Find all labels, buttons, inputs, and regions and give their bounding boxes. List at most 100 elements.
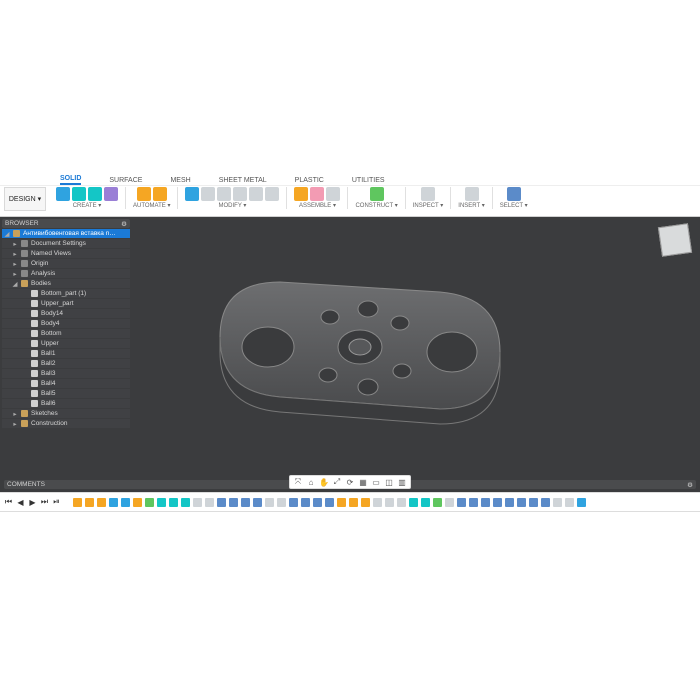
viewcube[interactable]: [658, 223, 692, 257]
browser-header[interactable]: BROWSER ⚙: [2, 219, 130, 228]
ribbon-tool-icon[interactable]: [153, 187, 167, 201]
ribbon-tool-icon[interactable]: [217, 187, 231, 201]
timeline-feature[interactable]: [217, 498, 226, 507]
tab-solid[interactable]: SOLID: [60, 175, 81, 185]
ribbon-tool-icon[interactable]: [233, 187, 247, 201]
timeline-feature[interactable]: [97, 498, 106, 507]
tree-node[interactable]: ▸Sketches: [2, 409, 130, 418]
timeline-feature[interactable]: [193, 498, 202, 507]
tree-node[interactable]: Ball3: [2, 369, 130, 378]
timeline-feature[interactable]: [277, 498, 286, 507]
timeline-feature[interactable]: [409, 498, 418, 507]
tab-plastic[interactable]: PLASTIC: [295, 177, 324, 184]
timeline-feature[interactable]: [229, 498, 238, 507]
ribbon-tool-icon[interactable]: [507, 187, 521, 201]
timeline-feature[interactable]: [541, 498, 550, 507]
timeline-feature[interactable]: [289, 498, 298, 507]
tree-node[interactable]: Bottom: [2, 329, 130, 338]
view-tool-icon[interactable]: ⟳: [345, 477, 355, 487]
tree-node[interactable]: ▸Named Views: [2, 249, 130, 258]
ribbon-tool-icon[interactable]: [72, 187, 86, 201]
tree-node[interactable]: Upper: [2, 339, 130, 348]
view-tool-icon[interactable]: ▥: [397, 477, 407, 487]
timeline-feature[interactable]: [325, 498, 334, 507]
ribbon-group-label[interactable]: MODIFY ▾: [219, 202, 247, 209]
timeline-feature[interactable]: [517, 498, 526, 507]
ribbon-group-label[interactable]: INSPECT ▾: [413, 202, 444, 209]
tab-mesh[interactable]: MESH: [170, 177, 190, 184]
view-tool-icon[interactable]: ⤧: [293, 477, 303, 487]
timeline-feature[interactable]: [433, 498, 442, 507]
tree-node[interactable]: ▸Origin: [2, 259, 130, 268]
view-tool-icon[interactable]: ▦: [358, 477, 368, 487]
tree-node[interactable]: ▸Document Settings: [2, 239, 130, 248]
ribbon-group-label[interactable]: ASSEMBLE ▾: [299, 202, 336, 209]
ribbon-group-label[interactable]: CREATE ▾: [73, 202, 102, 209]
tab-surface[interactable]: SURFACE: [109, 177, 142, 184]
tree-twisty-icon[interactable]: ▸: [12, 260, 18, 268]
tree-node[interactable]: Ball1: [2, 349, 130, 358]
tree-node[interactable]: ▸Analysis: [2, 269, 130, 278]
timeline-control[interactable]: ⏮: [4, 498, 13, 507]
tree-node[interactable]: Ball5: [2, 389, 130, 398]
timeline-feature[interactable]: [505, 498, 514, 507]
timeline-feature[interactable]: [73, 498, 82, 507]
ribbon-tool-icon[interactable]: [104, 187, 118, 201]
tree-node[interactable]: Bottom_part (1): [2, 289, 130, 298]
tree-twisty-icon[interactable]: ▸: [12, 250, 18, 258]
timeline-feature[interactable]: [337, 498, 346, 507]
tree-node[interactable]: Body4: [2, 319, 130, 328]
timeline-feature[interactable]: [469, 498, 478, 507]
ribbon-tool-icon[interactable]: [326, 187, 340, 201]
ribbon-tool-icon[interactable]: [137, 187, 151, 201]
timeline-feature[interactable]: [181, 498, 190, 507]
comments-settings-icon[interactable]: ⚙: [687, 481, 693, 489]
ribbon-group-label[interactable]: AUTOMATE ▾: [133, 202, 170, 209]
ribbon-tool-icon[interactable]: [56, 187, 70, 201]
tree-twisty-icon[interactable]: ◢: [12, 280, 18, 288]
timeline-feature[interactable]: [121, 498, 130, 507]
timeline-feature[interactable]: [169, 498, 178, 507]
timeline-feature[interactable]: [457, 498, 466, 507]
design-dropdown[interactable]: DESIGN ▾: [4, 187, 46, 211]
tree-node[interactable]: Upper_part: [2, 299, 130, 308]
timeline-feature[interactable]: [301, 498, 310, 507]
timeline-control[interactable]: ⏭: [40, 498, 49, 507]
browser-settings-icon[interactable]: ⚙: [121, 220, 127, 228]
timeline-feature[interactable]: [553, 498, 562, 507]
ribbon-group-label[interactable]: INSERT ▾: [458, 202, 484, 209]
ribbon-tool-icon[interactable]: [310, 187, 324, 201]
viewport-3d[interactable]: BROWSER ⚙ ◢Антивибовенговая вставка n…▸D…: [0, 217, 700, 492]
tree-node[interactable]: Body14: [2, 309, 130, 318]
timeline-feature[interactable]: [349, 498, 358, 507]
timeline-feature[interactable]: [253, 498, 262, 507]
tab-utilities[interactable]: UTILITIES: [352, 177, 385, 184]
timeline-feature[interactable]: [397, 498, 406, 507]
timeline-feature[interactable]: [361, 498, 370, 507]
tree-twisty-icon[interactable]: ▸: [12, 240, 18, 248]
tree-twisty-icon[interactable]: ▸: [12, 420, 18, 428]
view-tool-icon[interactable]: ⤢: [332, 477, 342, 487]
view-tool-icon[interactable]: ⌂: [306, 477, 316, 487]
timeline-feature[interactable]: [373, 498, 382, 507]
ribbon-tool-icon[interactable]: [88, 187, 102, 201]
tree-node[interactable]: ◢Антивибовенговая вставка n…: [2, 229, 130, 238]
tree-twisty-icon[interactable]: ▸: [12, 410, 18, 418]
tab-sheet metal[interactable]: SHEET METAL: [219, 177, 267, 184]
timeline-feature[interactable]: [493, 498, 502, 507]
ribbon-group-label[interactable]: SELECT ▾: [500, 202, 528, 209]
ribbon-tool-icon[interactable]: [465, 187, 479, 201]
ribbon-tool-icon[interactable]: [249, 187, 263, 201]
timeline-feature[interactable]: [241, 498, 250, 507]
ribbon-tool-icon[interactable]: [265, 187, 279, 201]
view-tool-icon[interactable]: ✋: [319, 477, 329, 487]
timeline-feature[interactable]: [265, 498, 274, 507]
timeline-feature[interactable]: [133, 498, 142, 507]
timeline-feature[interactable]: [157, 498, 166, 507]
ribbon-tool-icon[interactable]: [201, 187, 215, 201]
tree-node[interactable]: Ball2: [2, 359, 130, 368]
timeline-control[interactable]: ⏯: [52, 498, 61, 507]
timeline-control[interactable]: ▶: [28, 498, 37, 507]
view-tool-icon[interactable]: ◫: [384, 477, 394, 487]
timeline-feature[interactable]: [385, 498, 394, 507]
